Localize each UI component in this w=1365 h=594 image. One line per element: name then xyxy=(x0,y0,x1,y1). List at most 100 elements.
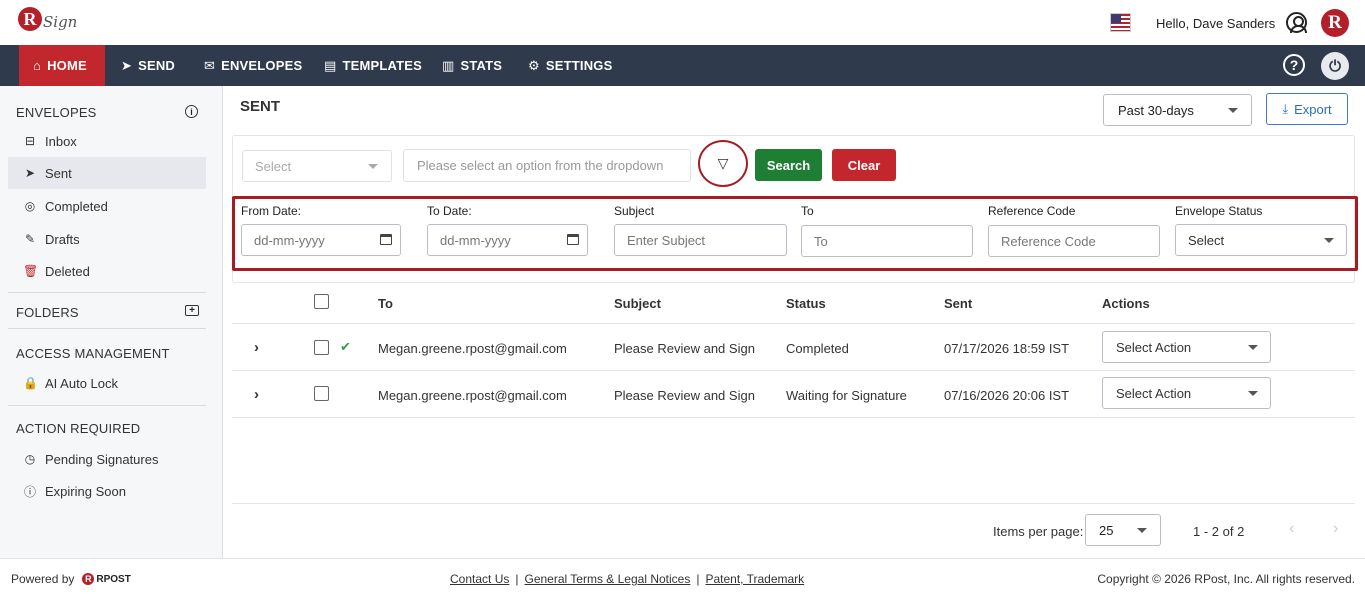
reference-code-field[interactable]: Reference Code xyxy=(988,225,1160,257)
search-button[interactable]: Search xyxy=(755,149,822,181)
column-header-status: Status xyxy=(786,296,826,311)
chevron-down-icon xyxy=(1228,108,1238,113)
completed-check-icon: ✔ xyxy=(340,339,351,354)
row-action-value: Select Action xyxy=(1116,339,1192,355)
subject-label: Subject xyxy=(614,204,655,218)
sidebar-item-label: Drafts xyxy=(45,231,80,247)
export-label: Export xyxy=(1294,101,1332,117)
row-to: Megan.greene.rpost@gmail.com xyxy=(378,388,567,403)
language-flag-icon[interactable] xyxy=(1110,13,1131,32)
filter-toggle-button[interactable]: ▽ xyxy=(698,140,748,187)
row-action-dropdown[interactable]: Select Action xyxy=(1102,331,1271,363)
row-divider xyxy=(232,417,1355,418)
from-date-field[interactable]: dd-mm-yyyy xyxy=(241,224,401,256)
from-date-label: From Date: xyxy=(241,204,302,218)
sidebar-item-label: Deleted xyxy=(45,263,90,279)
nav-settings-label: SETTINGS xyxy=(545,58,613,73)
to-label: To xyxy=(801,204,814,218)
envelope-status-dropdown[interactable]: Select xyxy=(1175,224,1347,256)
sidebar-item-expiring-soon[interactable]: ⓘ Expiring Soon xyxy=(8,475,206,507)
nav-stats[interactable]: ▥ STATS xyxy=(442,45,502,86)
row-action-value: Select Action xyxy=(1116,385,1192,401)
lock-icon: 🔒 xyxy=(23,376,38,390)
nav-templates[interactable]: ▤ TEMPLATES xyxy=(324,45,422,86)
sidebar-item-sent[interactable]: ➤ Sent xyxy=(8,157,206,189)
row-checkbox[interactable] xyxy=(314,386,329,401)
items-per-page-label: Items per page: xyxy=(993,524,1084,539)
edit-icon: ✎ xyxy=(24,232,36,246)
home-icon: ⌂ xyxy=(33,58,42,73)
column-header-sent: Sent xyxy=(944,296,973,311)
sidebar: ENVELOPES i ⊟ Inbox ➤ Sent ◎ Completed ✎… xyxy=(0,86,223,558)
bar-chart-icon: ▥ xyxy=(442,57,455,73)
nav-home[interactable]: ⌂ HOME xyxy=(19,45,105,86)
terms-link[interactable]: General Terms & Legal Notices xyxy=(524,572,690,586)
nav-send[interactable]: ➤ SEND xyxy=(121,45,175,86)
to-date-field[interactable]: dd-mm-yyyy xyxy=(427,224,588,256)
previous-page-icon[interactable]: ‹ xyxy=(1289,520,1294,538)
sidebar-divider xyxy=(8,328,206,329)
subject-placeholder: Enter Subject xyxy=(627,232,706,248)
rpost-logo-mark: R xyxy=(82,573,95,585)
calendar-icon[interactable] xyxy=(380,234,392,245)
envelope-status-value: Select xyxy=(1188,232,1225,248)
rpost-logo-text: RPOST xyxy=(96,573,131,585)
to-field[interactable]: To xyxy=(801,225,973,257)
footer-links: Contact Us | General Terms & Legal Notices… xyxy=(450,572,804,586)
sidebar-item-pending-signatures[interactable]: ◷ Pending Signatures xyxy=(8,443,206,475)
footer-separator: | xyxy=(515,572,519,586)
search-field-dropdown[interactable]: Select xyxy=(242,150,392,182)
contact-us-link[interactable]: Contact Us xyxy=(450,572,509,586)
nav-templates-label: TEMPLATES xyxy=(342,58,423,73)
sidebar-item-inbox[interactable]: ⊟ Inbox xyxy=(8,125,206,157)
download-icon: ⤓ xyxy=(1282,101,1289,116)
rsign-logo[interactable]: R Sign xyxy=(18,7,77,31)
export-button[interactable]: ⤓ Export xyxy=(1266,93,1348,125)
row-status: Completed xyxy=(786,341,849,356)
filter-icon: ▽ xyxy=(717,155,729,171)
sidebar-item-deleted[interactable]: 🗑 Deleted xyxy=(8,255,206,287)
clear-button[interactable]: Clear xyxy=(832,149,896,181)
reference-code-label: Reference Code xyxy=(988,204,1076,218)
sidebar-item-label: Expiring Soon xyxy=(45,483,126,499)
powered-by-label: Powered by xyxy=(11,572,75,586)
info-icon[interactable]: i xyxy=(185,105,198,118)
user-profile-icon[interactable] xyxy=(1286,12,1307,33)
chevron-right-icon[interactable]: › xyxy=(254,339,259,356)
powered-by: Powered by R RPOST xyxy=(11,572,131,586)
alert-icon: ⓘ xyxy=(23,484,36,499)
document-icon: ▤ xyxy=(324,57,337,73)
search-input[interactable]: Please select an option from the dropdow… xyxy=(403,149,691,182)
sidebar-item-completed[interactable]: ◎ Completed xyxy=(8,190,206,222)
items-per-page-dropdown[interactable]: 25 xyxy=(1085,514,1161,546)
add-folder-icon[interactable]: + xyxy=(185,305,199,316)
copyright: Copyright © 2026 RPost, Inc. All rights … xyxy=(1097,572,1355,586)
sidebar-item-drafts[interactable]: ✎ Drafts xyxy=(8,223,206,255)
envelope-status-label: Envelope Status xyxy=(1175,204,1263,218)
envelope-icon: ✉ xyxy=(204,57,216,73)
power-icon[interactable]: ⏻ xyxy=(1321,52,1349,80)
sidebar-heading-action-required: ACTION REQUIRED xyxy=(16,421,141,436)
subject-field[interactable]: Enter Subject xyxy=(614,224,787,256)
sidebar-heading-access: ACCESS MANAGEMENT xyxy=(16,346,170,361)
nav-settings[interactable]: ⚙ SETTINGS xyxy=(528,45,612,86)
row-checkbox[interactable] xyxy=(314,340,329,355)
chevron-right-icon[interactable]: › xyxy=(254,386,259,403)
logo-mark: R xyxy=(18,7,42,31)
brand-avatar[interactable]: R xyxy=(1321,9,1349,37)
column-header-subject: Subject xyxy=(614,296,661,311)
search-field-value: Select xyxy=(255,158,292,174)
period-dropdown[interactable]: Past 30-days xyxy=(1103,94,1252,126)
nav-envelopes[interactable]: ✉ ENVELOPES xyxy=(204,45,302,86)
chevron-down-icon xyxy=(1248,345,1258,350)
patent-link[interactable]: Patent, Trademark xyxy=(705,572,804,586)
help-icon[interactable]: ? xyxy=(1283,54,1305,76)
row-action-dropdown[interactable]: Select Action xyxy=(1102,377,1271,409)
to-date-placeholder: dd-mm-yyyy xyxy=(440,232,511,248)
calendar-icon[interactable] xyxy=(567,234,579,245)
gear-icon: ⚙ xyxy=(528,57,540,73)
rpost-logo: R RPOST xyxy=(82,573,131,585)
select-all-checkbox[interactable] xyxy=(314,294,329,309)
next-page-icon[interactable]: › xyxy=(1333,520,1338,538)
sidebar-item-ai-auto-lock[interactable]: 🔒 AI Auto Lock xyxy=(8,367,206,399)
